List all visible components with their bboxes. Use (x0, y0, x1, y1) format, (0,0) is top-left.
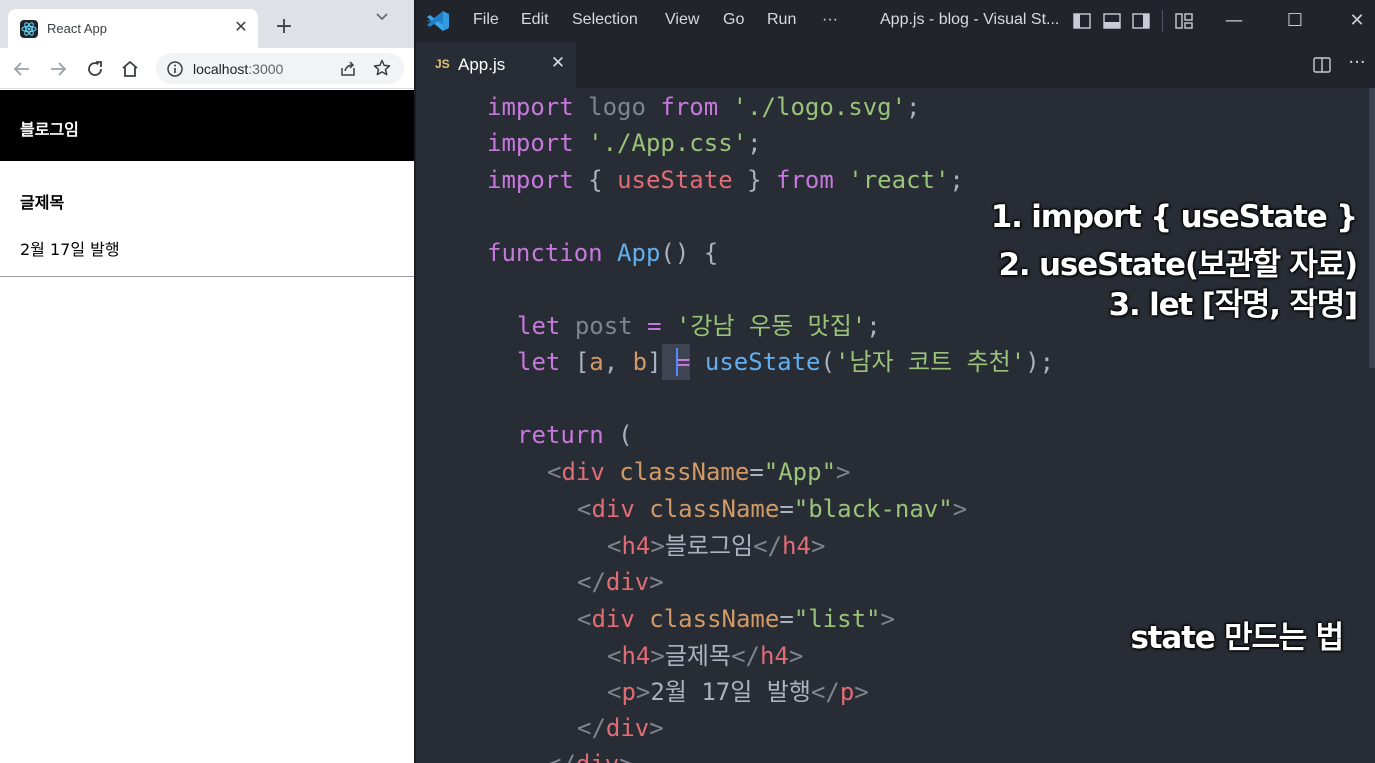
code-line-15: <div className="list"> (577, 605, 895, 633)
react-icon (20, 20, 38, 38)
url-host: localhost (193, 61, 249, 77)
more-actions-button[interactable]: ··· (1346, 52, 1368, 74)
url-text: localhost:3000 (193, 61, 283, 77)
new-tab-button[interactable]: + (272, 15, 296, 39)
window-title: App.js - blog - Visual St... (880, 11, 1060, 28)
overlay-step-3: 3. let [작명, 작명] (1108, 287, 1359, 323)
menu-more[interactable]: ··· (822, 11, 838, 29)
code-line-17: <p>2월 17일 발행</p> (607, 678, 869, 706)
chevron-down-icon[interactable] (370, 8, 394, 28)
overlay-caption: state 만드는 법 (1130, 620, 1345, 656)
editor-scrollbar[interactable] (1369, 88, 1375, 368)
browser-tab-title: React App (47, 21, 107, 36)
text-cursor (661, 344, 676, 380)
code-line-3: import { useState } from 'react'; (487, 166, 964, 194)
editor-tab-bar: JS App.js ✕ ··· (416, 42, 1375, 88)
nav-title: 블로그임 (20, 120, 79, 139)
cursor-highlight: = (675, 344, 691, 380)
code-line-2: import './App.css'; (487, 129, 762, 157)
code-line-12: <div className="black-nav"> (577, 495, 968, 523)
code-line-8: let [a, b] = useState('남자 코트 추천'); (517, 344, 1054, 380)
back-arrow-icon[interactable] (10, 57, 34, 81)
menu-selection[interactable]: Selection (572, 11, 638, 29)
editor-tab-app-js[interactable]: JS App.js ✕ (416, 42, 576, 88)
split-editor-icon[interactable] (1312, 55, 1332, 75)
page-viewport: 블로그임 글제목 2월 17일 발행 (0, 90, 414, 763)
code-line-5: function App() { (487, 239, 719, 267)
code-editor[interactable]: import logo from './logo.svg'; import '.… (416, 88, 1375, 763)
close-editor-tab-button[interactable]: ✕ (548, 53, 568, 73)
overlay-step-1: 1. import { useState } (990, 199, 1358, 235)
vscode-titlebar: File Edit Selection View Go Run ··· App.… (416, 0, 1375, 42)
browser-tab-strip: React App ✕ + (0, 0, 414, 48)
code-line-18: </div> (577, 714, 664, 742)
browser-toolbar: localhost:3000 (0, 48, 414, 89)
close-window-button[interactable]: ✕ (1342, 6, 1372, 36)
menu-go[interactable]: Go (723, 11, 744, 29)
browser-tab[interactable]: React App ✕ (8, 9, 258, 48)
post-date: 2월 17일 발행 (20, 240, 120, 259)
menu-edit[interactable]: Edit (521, 11, 549, 29)
javascript-file-icon: JS (435, 57, 450, 71)
code-line-19: </div> (547, 746, 634, 763)
post-title: 글제목 (20, 193, 65, 212)
forward-arrow-icon[interactable] (46, 57, 70, 81)
code-line-16: <h4>글제목</h4> (607, 642, 804, 670)
minimize-button[interactable]: — (1219, 6, 1249, 36)
post-list-item: 글제목 2월 17일 발행 (0, 161, 414, 277)
maximize-button[interactable]: ☐ (1280, 6, 1310, 36)
titlebar-separator (1162, 10, 1163, 32)
black-nav: 블로그임 (0, 90, 414, 161)
share-icon[interactable] (338, 59, 358, 79)
editor-tab-label: App.js (458, 55, 506, 74)
reload-icon[interactable] (83, 57, 107, 81)
toggle-secondary-sidebar-icon[interactable] (1132, 12, 1150, 30)
star-icon[interactable] (372, 58, 392, 78)
overlay-step-2: 2. useState(보관할 자료) (998, 247, 1358, 283)
home-icon[interactable] (118, 57, 142, 81)
menu-file[interactable]: File (473, 11, 499, 29)
code-line-14: </div> (577, 568, 664, 596)
code-line-11: <div className="App"> (547, 458, 851, 486)
vscode-logo-icon (426, 10, 450, 32)
url-port: :3000 (248, 61, 284, 77)
menu-run[interactable]: Run (767, 11, 796, 29)
browser-window: React App ✕ + localhost:3000 블로그임 글제목 2월… (0, 0, 414, 763)
code-line-13: <h4>블로그임</h4> (607, 532, 826, 560)
close-tab-button[interactable]: ✕ (231, 17, 251, 37)
toggle-primary-sidebar-icon[interactable] (1073, 12, 1091, 30)
code-line-1: import logo from './logo.svg'; (487, 93, 921, 121)
code-line-10: return ( (517, 421, 633, 449)
address-bar[interactable]: localhost:3000 (156, 53, 404, 84)
info-icon[interactable] (166, 60, 184, 78)
code-line-7: let post = '강남 우동 맛집'; (517, 312, 881, 340)
customize-layout-icon[interactable] (1175, 12, 1193, 30)
toggle-panel-icon[interactable] (1103, 12, 1121, 30)
menu-view[interactable]: View (665, 11, 699, 29)
